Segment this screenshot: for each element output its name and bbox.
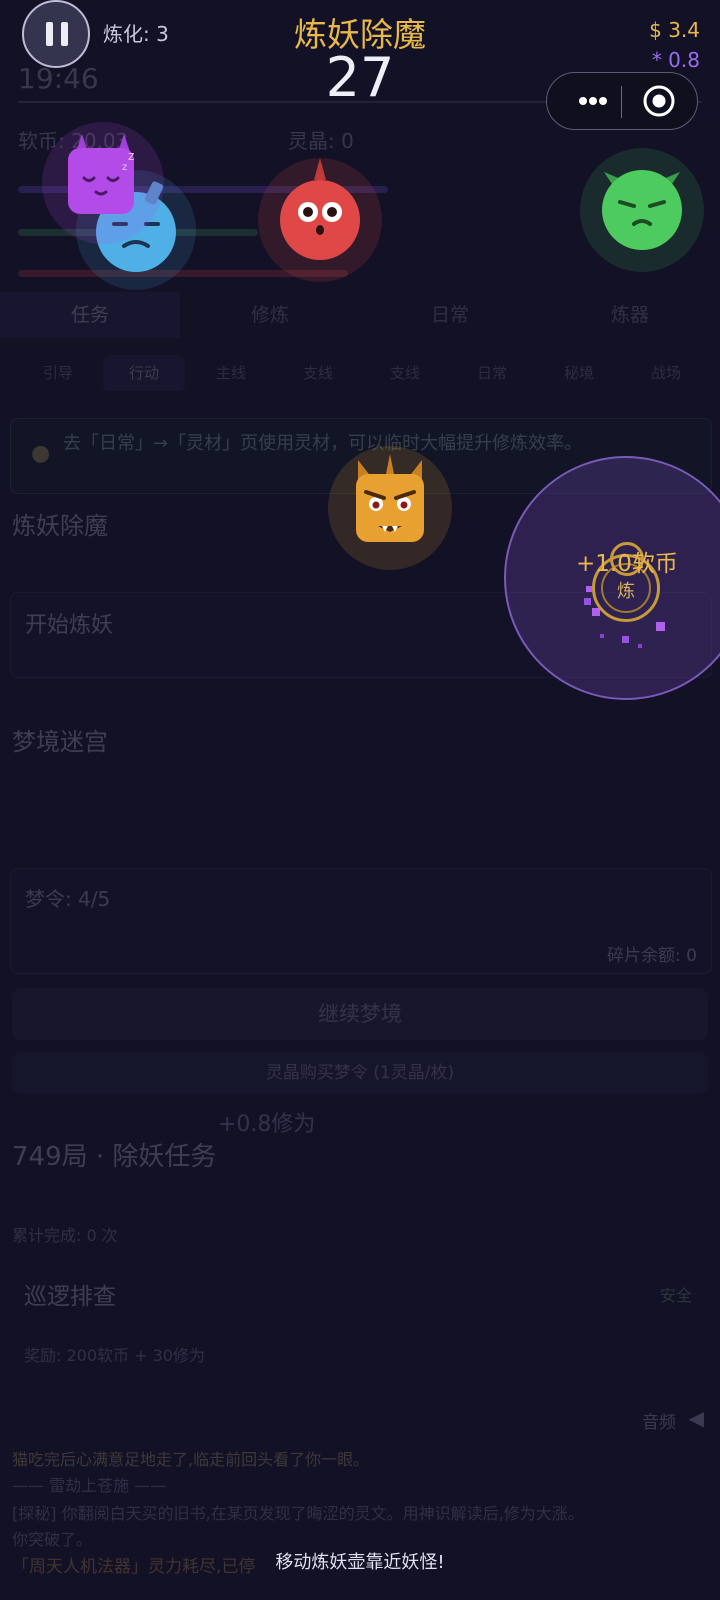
svg-text:z: z — [128, 149, 134, 163]
purple-monster[interactable]: z z — [42, 122, 164, 244]
purple-monster-icon: z z — [68, 134, 134, 214]
refine-cauldron-zone[interactable]: 炼 +1.0软币 — [504, 456, 720, 700]
cauldron-char: 炼 — [617, 581, 635, 602]
red-monster[interactable] — [258, 158, 382, 282]
rate-display: * 0.8 — [651, 48, 700, 72]
money-display: $ 3.4 — [649, 18, 700, 42]
green-monster[interactable] — [580, 148, 704, 272]
coin-gain-text: +1.0软币 — [576, 551, 678, 577]
close-target-icon[interactable] — [639, 81, 679, 121]
capsule-divider — [621, 86, 622, 118]
more-icon[interactable] — [565, 81, 621, 121]
green-monster-icon — [602, 170, 682, 250]
orange-monster-icon — [356, 454, 424, 542]
orange-monster[interactable] — [328, 446, 452, 570]
miniprogram-capsule — [546, 72, 698, 130]
svg-text:z: z — [122, 162, 127, 173]
red-monster-icon — [280, 158, 360, 260]
hint-toast: 移动炼妖壶靠近妖怪! — [275, 1552, 445, 1573]
